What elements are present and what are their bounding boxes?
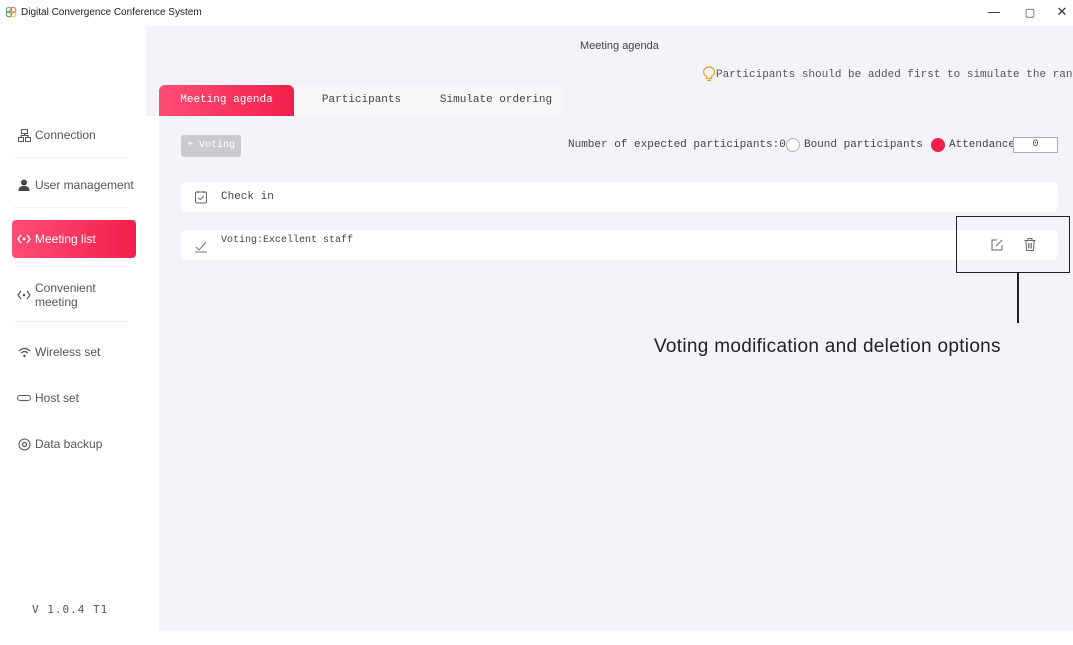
attendance-label[interactable]: Attendance — [949, 139, 1015, 151]
bound-participants-label[interactable]: Bound participants — [804, 139, 923, 151]
app-logo-icon — [5, 6, 17, 18]
sidebar-item-data-backup[interactable]: Data backup — [12, 425, 136, 463]
add-voting-button[interactable]: + Voting — [181, 135, 241, 157]
sidebar-item-label: Wireless set — [35, 345, 101, 359]
attendance-input[interactable]: 0 — [1013, 137, 1058, 153]
sidebar-item-label: Meeting list — [35, 232, 96, 246]
connection-icon — [17, 128, 31, 142]
expected-participants-text: Number of expected participants:0 — [568, 139, 786, 151]
sidebar-item-label: Data backup — [35, 437, 103, 451]
sidebar-item-label: Connection — [35, 128, 96, 142]
annotation-connector — [1017, 273, 1019, 323]
sidebar-item-convenient-meeting[interactable]: Convenient meeting — [12, 276, 136, 314]
page-title: Meeting agenda — [580, 40, 659, 52]
sidebar-item-wireless-set[interactable]: Wireless set — [12, 333, 136, 371]
attendance-radio[interactable] — [931, 138, 945, 152]
agenda-row-label: Check in — [221, 191, 274, 203]
maximize-button[interactable]: ▢ — [1020, 4, 1040, 22]
meeting-list-icon — [17, 232, 31, 246]
sidebar-item-meeting-list[interactable]: Meeting list — [12, 220, 136, 258]
sidebar-item-user-management[interactable]: User management — [12, 166, 136, 204]
bound-participants-radio[interactable] — [786, 138, 800, 152]
agenda-row-check-in[interactable]: Check in — [181, 182, 1058, 212]
host-icon — [17, 391, 31, 405]
sidebar-item-connection[interactable]: Connection — [12, 116, 136, 154]
user-icon — [17, 178, 31, 192]
checkin-icon — [195, 191, 207, 204]
sidebar-divider — [14, 157, 128, 158]
convenient-meeting-icon — [17, 288, 31, 302]
agenda-row-label: Voting:Excellent staff — [221, 235, 354, 246]
backup-icon — [17, 437, 31, 451]
wifi-icon — [17, 345, 31, 359]
tab-simulate-ordering[interactable]: Simulate ordering — [429, 85, 563, 116]
lightbulb-icon — [702, 66, 716, 82]
sidebar-divider — [14, 321, 128, 322]
voting-icon — [195, 241, 207, 253]
title-bar: Digital Convergence Conference System — … — [0, 0, 1073, 26]
hint-text: Participants should be added first to si… — [716, 69, 1073, 81]
sidebar-item-label: User management — [35, 178, 134, 192]
sidebar-divider — [14, 266, 128, 267]
annotation-highlight-box — [956, 216, 1070, 273]
sidebar-item-label: Convenient meeting — [35, 281, 96, 309]
annotation-text: Voting modification and deletion options — [654, 336, 1001, 357]
sidebar-item-host-set[interactable]: Host set — [12, 379, 136, 417]
close-button[interactable]: ✕ — [1052, 4, 1072, 22]
tab-meeting-agenda[interactable]: Meeting agenda — [159, 85, 294, 116]
window-title: Digital Convergence Conference System — [21, 7, 202, 18]
agenda-row-voting[interactable]: Voting:Excellent staff — [181, 230, 1058, 260]
sidebar-item-label: Host set — [35, 391, 80, 405]
minimize-button[interactable]: — — [984, 4, 1004, 22]
version-label: V 1.0.4 T1 — [32, 603, 109, 616]
sidebar-divider — [14, 207, 128, 208]
tab-participants[interactable]: Participants — [294, 85, 429, 116]
